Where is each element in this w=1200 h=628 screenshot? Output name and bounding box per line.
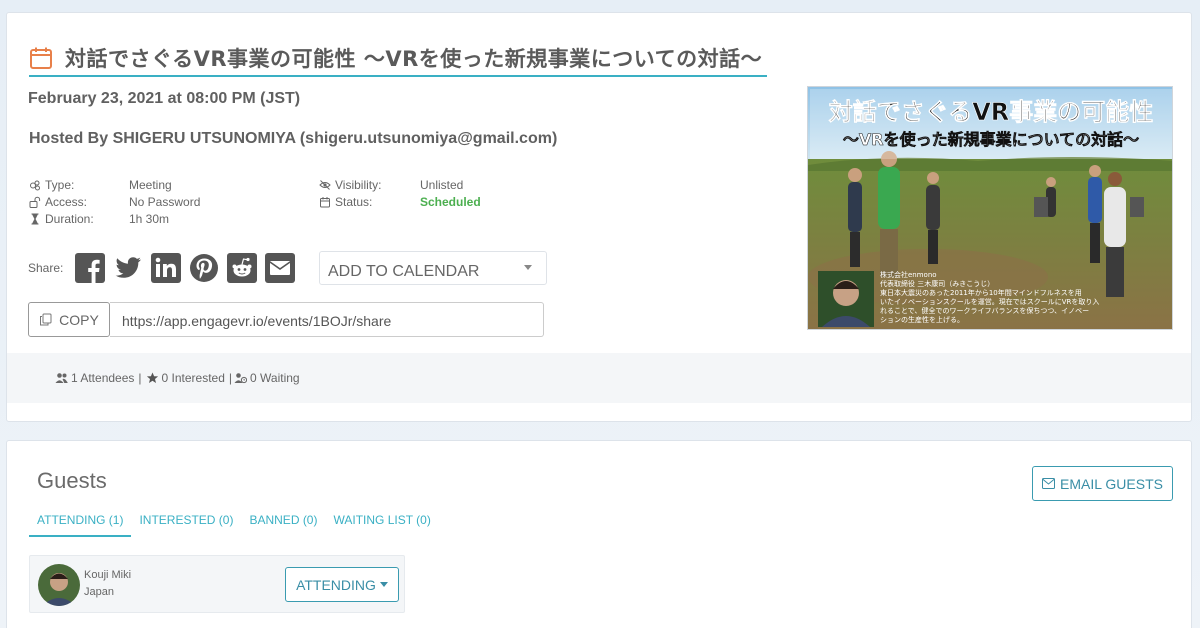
meta-type-row: Type: Meeting: [29, 176, 200, 193]
pinterest-icon[interactable]: [189, 253, 219, 283]
caret-down-icon: [379, 582, 388, 587]
twitter-icon[interactable]: [113, 253, 143, 283]
copy-link-button[interactable]: COPY: [28, 302, 110, 337]
meta-access-value: No Password: [129, 194, 201, 209]
tab-waiting-list[interactable]: WAITING LIST (0): [325, 511, 438, 537]
attendees-stat: 1 Attendees: [55, 371, 134, 385]
linkedin-icon[interactable]: [151, 253, 181, 283]
reddit-icon[interactable]: [227, 253, 257, 283]
calendar-icon: [30, 47, 52, 69]
eye-slash-icon: [319, 179, 331, 190]
banner-bio-line-5: れることで、健全でのワークライフバランスを保ちつつ、イノベー: [880, 306, 1089, 315]
meta-visibility-row: Visibility: Unlisted: [319, 176, 481, 193]
share-url-field[interactable]: https://app.engagevr.io/events/1BOJr/sha…: [110, 302, 544, 337]
guests-title: Guests: [37, 468, 107, 493]
meta-status-label: Status:: [335, 194, 373, 209]
attendance-status-label: ATTENDING: [296, 576, 376, 593]
meta-duration-label: Duration:: [45, 211, 94, 226]
star-icon: [146, 372, 158, 383]
meta-duration-row: Duration: 1h 30m: [29, 210, 200, 227]
stats-separator: |: [228, 371, 233, 385]
event-date: February 23, 2021 at 08:00 PM (JST): [28, 90, 301, 107]
tab-attending[interactable]: ATTENDING (1): [29, 511, 132, 537]
meta-status-row: Status: Scheduled: [319, 193, 481, 210]
banner-bio-line-6: ションの生産性を上げる。: [880, 315, 964, 324]
event-host: Hosted By SHIGERU UTSUNOMIYA (shigeru.ut…: [29, 130, 558, 147]
banner-bio-line-4: いたイノベーションスクールを運営。現在ではスクールにVRを取り入: [880, 297, 1099, 306]
unlock-icon: [29, 196, 41, 208]
users-icon: [55, 373, 68, 383]
guest-name: Kouji Miki: [84, 569, 132, 581]
event-title-row: 対話でさぐるVR事業の可能性 〜VRを使った新規事業についての対話〜: [29, 43, 762, 73]
hourglass-icon: [31, 213, 39, 224]
avatar-image: [38, 564, 80, 606]
waiting-stat: 0 Waiting: [234, 371, 300, 385]
email-guests-label: EMAIL GUESTS: [1060, 475, 1163, 492]
meta-access-label: Access:: [45, 194, 88, 209]
email-guests-button[interactable]: EMAIL GUESTS: [1032, 466, 1173, 501]
banner-headline: 対話でさぐるVR事業の可能性: [829, 98, 1154, 126]
meta-access-row: Access: No Password: [29, 193, 200, 210]
copy-label: COPY: [59, 311, 99, 328]
list-item: Kouji Miki Japan ATTENDING: [29, 555, 405, 613]
calendar-icon: [320, 196, 330, 207]
stats-separator: |: [138, 371, 142, 385]
add-to-calendar-dropdown[interactable]: ADD TO CALENDAR: [319, 251, 547, 285]
event-card: 対話でさぐるVR事業の可能性 〜VRを使った新規事業についての対話〜 Febru…: [6, 12, 1192, 422]
guests-card: Guests EMAIL GUESTS ATTENDING (1) INTERE…: [6, 440, 1192, 628]
meta-duration-value: 1h 30m: [129, 211, 170, 226]
event-meta-left: Type: Meeting Access: No Password Durati…: [29, 176, 200, 227]
guest-tabs: ATTENDING (1) INTERESTED (0) BANNED (0) …: [29, 511, 439, 537]
title-underline: [29, 75, 767, 77]
share-icons: [75, 253, 303, 283]
event-meta-right: Visibility: Unlisted Status: Scheduled: [319, 176, 481, 210]
attendance-status-dropdown[interactable]: ATTENDING: [285, 567, 399, 602]
attendance-stats: 1 Attendees | 0 Interested | 0 Waiting: [7, 353, 1191, 403]
share-label: Share:: [28, 261, 64, 275]
chevron-down-icon: [524, 265, 532, 270]
tab-banned[interactable]: BANNED (0): [241, 511, 325, 537]
banner-subheadline: 〜VRを使った新規事業についての対話〜: [843, 130, 1139, 149]
email-icon[interactable]: [265, 253, 295, 283]
facebook-icon[interactable]: [75, 253, 105, 283]
guest-country: Japan: [84, 586, 114, 598]
copy-icon: [40, 313, 52, 326]
avatar: [38, 564, 80, 606]
banner-bio-line-1: 株式会社enmono: [880, 270, 937, 279]
tab-interested[interactable]: INTERESTED (0): [131, 511, 241, 537]
meta-visibility-value: Unlisted: [420, 177, 464, 192]
add-to-calendar-label: ADD TO CALENDAR: [328, 263, 480, 280]
banner-bio-line-2: 代表取締役 三木康司（みきこうじ）: [880, 279, 994, 288]
interested-stat: 0 Interested: [146, 371, 225, 385]
meta-visibility-label: Visibility:: [335, 177, 382, 192]
event-banner-illustration: 対話でさぐるVR事業の可能性 〜VRを使った新規事業についての対話〜 株式会社e…: [808, 87, 1172, 329]
meeting-icon: [30, 180, 40, 190]
event-banner-image: 対話でさぐるVR事業の可能性 〜VRを使った新規事業についての対話〜 株式会社e…: [807, 86, 1173, 330]
user-clock-icon: [234, 373, 248, 384]
envelope-icon: [1042, 478, 1056, 489]
meta-type-value: Meeting: [129, 177, 172, 192]
event-title: 対話でさぐるVR事業の可能性 〜VRを使った新規事業についての対話〜: [65, 47, 763, 71]
status-badge: Scheduled: [420, 194, 481, 209]
meta-type-label: Type:: [45, 177, 75, 192]
banner-bio-line-3: 東日本大震災のあった2011年から10年間マインドフルネスを用: [880, 288, 1082, 297]
